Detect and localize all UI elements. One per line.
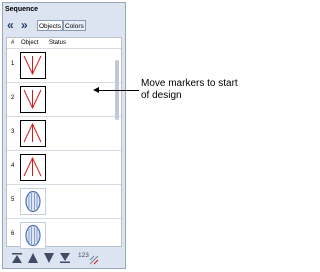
column-header-number[interactable]: # — [11, 38, 14, 48]
sequence-docker: Sequence « » Objects Colors # Object Sta… — [2, 2, 126, 269]
oval-fill-icon — [25, 224, 41, 247]
next-button[interactable]: » — [21, 18, 28, 32]
tab-colors[interactable]: Colors — [63, 20, 86, 31]
v-arrow-down-icon — [23, 89, 42, 110]
callout-leader-line — [98, 90, 139, 91]
sequence-toolbar: « » Objects Colors — [5, 17, 123, 33]
column-header-status[interactable]: Status — [49, 38, 66, 48]
list-item[interactable]: 1 — [7, 48, 121, 82]
list-item[interactable]: 5 — [7, 184, 121, 218]
window-title: Sequence — [5, 6, 39, 13]
row-number: 6 — [11, 231, 15, 237]
v-arrow-down-icon — [23, 55, 42, 76]
move-to-start-icon[interactable] — [11, 253, 23, 266]
annotation-text: Move markers to start of design — [141, 78, 238, 101]
row-number: 5 — [11, 197, 15, 203]
tab-objects[interactable]: Objects — [37, 20, 64, 31]
column-header-object[interactable]: Object — [21, 38, 38, 48]
object-thumbnail[interactable] — [20, 222, 46, 249]
move-up-icon[interactable] — [27, 253, 39, 266]
list-item[interactable]: 6 — [7, 218, 121, 252]
oval-fill-icon — [25, 190, 41, 213]
row-number: 2 — [11, 95, 15, 101]
sequence-numbers-icon[interactable]: 123 — [78, 251, 89, 261]
row-number: 1 — [11, 61, 15, 67]
sequence-numbers-label: 123 — [78, 252, 89, 259]
previous-button[interactable]: « — [7, 18, 14, 32]
object-thumbnail[interactable] — [20, 154, 46, 181]
move-to-end-icon[interactable] — [59, 253, 71, 266]
object-thumbnail[interactable] — [20, 120, 46, 147]
list-item[interactable]: 2 — [7, 82, 121, 116]
v-arrow-up-icon — [23, 156, 42, 177]
list-item[interactable]: 4 — [7, 150, 121, 184]
sequence-list: # Object Status 1 2 3 4 5 6 — [6, 37, 122, 249]
v-arrow-up-icon — [23, 122, 42, 143]
row-number: 4 — [11, 163, 15, 169]
object-thumbnail[interactable] — [20, 188, 46, 215]
stitch-marker-icon[interactable] — [89, 255, 99, 268]
move-down-icon[interactable] — [43, 253, 55, 266]
row-number: 3 — [11, 129, 15, 135]
object-thumbnail[interactable] — [20, 86, 46, 113]
sequence-bottom-toolbar: 123 — [5, 249, 123, 267]
list-item[interactable]: 3 — [7, 116, 121, 150]
object-thumbnail[interactable] — [20, 52, 46, 79]
